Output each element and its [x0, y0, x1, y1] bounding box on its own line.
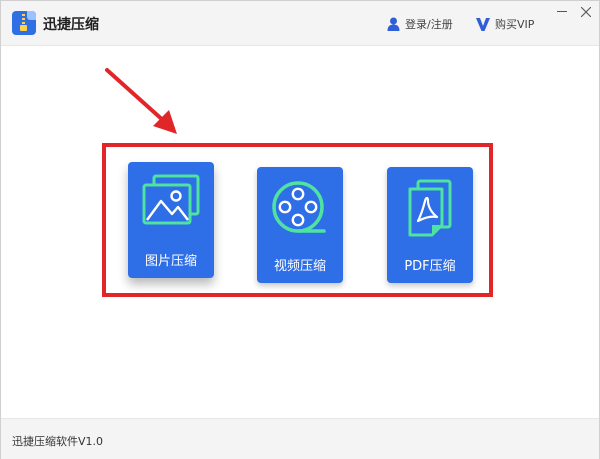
user-icon [387, 17, 400, 31]
video-compress-label: 视频压缩 [273, 259, 326, 274]
app-logo-icon [12, 11, 36, 35]
app-title: 迅捷压缩 [43, 17, 99, 33]
buy-vip-button[interactable]: 购买VIP [476, 15, 534, 33]
minimize-icon [557, 11, 567, 12]
pdf-compress-button[interactable]: PDF压缩 [387, 167, 473, 283]
film-reel-icon [272, 181, 326, 233]
close-button[interactable] [576, 4, 596, 20]
login-register-label: 登录/注册 [405, 18, 453, 31]
annotation-arrow [105, 68, 177, 134]
status-bar: 迅捷压缩软件V1.0 [1, 418, 599, 459]
buy-vip-label: 购买VIP [495, 18, 535, 31]
pdf-compress-label: PDF压缩 [404, 259, 456, 274]
pdf-file-icon [408, 179, 452, 237]
title-bar: 迅捷压缩 登录/注册 购买VIP [1, 1, 599, 46]
close-icon [581, 7, 591, 17]
image-compress-label: 图片压缩 [144, 254, 197, 269]
version-text: 迅捷压缩软件V1.0 [12, 435, 104, 448]
minimize-button[interactable] [552, 4, 572, 20]
video-compress-button[interactable]: 视频压缩 [257, 167, 343, 283]
vip-v-icon [476, 17, 490, 31]
image-compress-button[interactable]: 图片压缩 [128, 162, 214, 278]
login-register-button[interactable]: 登录/注册 [387, 15, 453, 33]
image-icon [142, 174, 200, 225]
